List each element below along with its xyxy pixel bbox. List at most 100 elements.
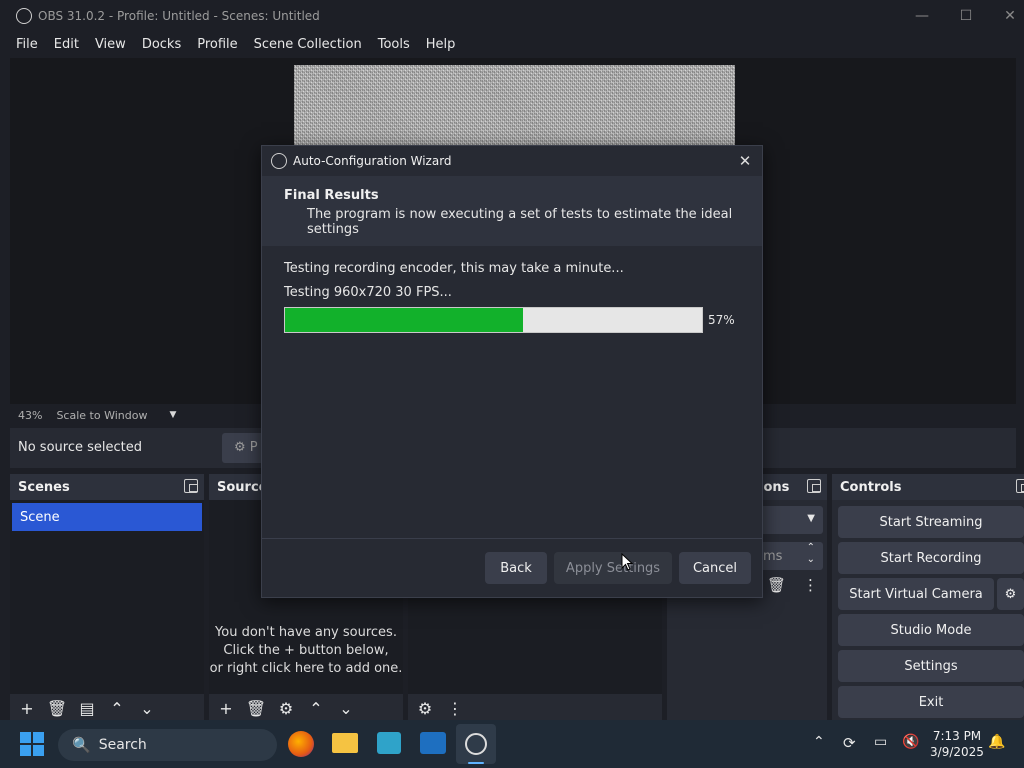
move-down-icon[interactable]: ⌄: [335, 697, 357, 719]
advanced-audio-icon[interactable]: ⚙: [414, 697, 436, 719]
sources-toolbar: + 🗑 ⚙ ⌃ ⌄: [209, 694, 403, 722]
start-streaming-button[interactable]: Start Streaming: [838, 506, 1024, 538]
close-button[interactable]: ✕: [988, 0, 1024, 32]
transitions-dock-title: ions: [759, 479, 790, 495]
obs-logo-icon: [16, 8, 32, 24]
preview-zoom-bar: 43% Scale to Window ▼: [10, 404, 176, 426]
menu-docks[interactable]: Docks: [134, 37, 189, 52]
more-options-icon[interactable]: ⋮: [803, 576, 818, 594]
menu-scene-collection[interactable]: Scene Collection: [246, 37, 370, 52]
menu-profile[interactable]: Profile: [189, 37, 245, 52]
window-title: OBS 31.0.2 - Profile: Untitled - Scenes:…: [38, 9, 320, 23]
gear-icon: ⚙: [234, 440, 246, 455]
studio-mode-button[interactable]: Studio Mode: [838, 614, 1024, 646]
chevron-up-icon[interactable]: ⌃: [813, 734, 825, 750]
taskbar-clock[interactable]: 7:13 PM 3/9/2025: [930, 728, 984, 760]
firefox-icon[interactable]: [288, 731, 314, 757]
source-settings-icon[interactable]: ⚙: [275, 697, 297, 719]
no-source-label: No source selected: [18, 440, 142, 455]
properties-label: P: [249, 440, 258, 455]
audio-mixer-toolbar: ⚙ ⋮: [408, 694, 662, 722]
dialog-header: Final Results The program is now executi…: [262, 176, 762, 246]
apply-settings-button[interactable]: Apply Settings: [554, 552, 672, 584]
notification-bell-icon[interactable]: 🔔: [988, 734, 1005, 750]
filters-icon[interactable]: ▤: [76, 697, 98, 719]
empty-line: You don't have any sources.: [215, 625, 397, 640]
dialog-title: Auto-Configuration Wizard: [293, 154, 452, 168]
duration-unit: ms: [763, 549, 783, 564]
menu-help[interactable]: Help: [418, 37, 464, 52]
dialog-header-title: Final Results: [284, 188, 379, 203]
empty-sources-message: You don't have any sources. Click the + …: [209, 624, 403, 678]
auto-config-wizard-dialog: Auto-Configuration Wizard ✕ Final Result…: [261, 145, 763, 598]
exit-button[interactable]: Exit: [838, 686, 1024, 718]
menu-bar: File Edit View Docks Profile Scene Colle…: [0, 32, 1024, 56]
obs-logo-icon: [271, 153, 287, 169]
chevron-down-icon: ▼: [807, 513, 815, 524]
progress-bar: [284, 307, 703, 333]
remove-scene-icon[interactable]: 🗑: [46, 697, 68, 719]
scenes-dock-header: Scenes: [10, 474, 204, 500]
move-up-icon[interactable]: ⌃: [305, 697, 327, 719]
network-icon[interactable]: ▭: [874, 734, 887, 750]
scale-mode-label[interactable]: Scale to Window: [56, 409, 147, 422]
notepad-icon[interactable]: [377, 732, 401, 754]
undock-icon[interactable]: [184, 479, 198, 493]
dialog-header-subtitle: The program is now executing a set of te…: [307, 207, 733, 237]
mouse-cursor-icon: [621, 553, 633, 571]
maximize-button[interactable]: ☐: [944, 0, 988, 32]
progress-fill: [285, 308, 523, 332]
start-recording-button[interactable]: Start Recording: [838, 542, 1024, 574]
dialog-close-icon[interactable]: ✕: [736, 152, 754, 170]
add-scene-icon[interactable]: +: [16, 697, 38, 719]
status-text: Testing recording encoder, this may take…: [284, 261, 624, 276]
start-virtual-camera-button[interactable]: Start Virtual Camera: [838, 578, 994, 610]
move-up-icon[interactable]: ⌃: [106, 697, 128, 719]
add-source-icon[interactable]: +: [215, 697, 237, 719]
controls-dock-title: Controls: [840, 479, 902, 495]
scenes-list[interactable]: Scene: [10, 500, 204, 694]
remove-transition-icon[interactable]: 🗑: [767, 576, 786, 594]
volume-muted-icon[interactable]: 🔇: [902, 734, 919, 750]
clock-time: 7:13 PM: [932, 729, 982, 743]
preview-canvas[interactable]: [294, 65, 735, 155]
menu-file[interactable]: File: [8, 37, 46, 52]
empty-line: or right click here to add one.: [209, 661, 403, 676]
more-options-icon[interactable]: ⋮: [444, 697, 466, 719]
settings-button[interactable]: Settings: [838, 650, 1024, 682]
progress-percent: 57%: [708, 313, 735, 327]
menu-tools[interactable]: Tools: [370, 37, 418, 52]
search-label: Search: [98, 737, 147, 753]
search-icon: 🔍: [72, 736, 91, 754]
scene-item[interactable]: Scene: [12, 503, 202, 531]
photos-icon[interactable]: [420, 732, 446, 754]
cancel-button[interactable]: Cancel: [679, 552, 751, 584]
minimize-button[interactable]: —: [900, 0, 944, 32]
chevron-up-icon[interactable]: ⌃: [807, 542, 815, 553]
file-explorer-icon[interactable]: [332, 733, 358, 753]
scenes-dock: Scenes Scene + 🗑 ▤ ⌃ ⌄: [10, 474, 204, 722]
dialog-divider: [262, 538, 762, 539]
move-down-icon[interactable]: ⌄: [136, 697, 158, 719]
test-text: Testing 960x720 30 FPS...: [284, 285, 452, 300]
dialog-title-bar: Auto-Configuration Wizard: [262, 146, 762, 176]
remove-source-icon[interactable]: 🗑: [245, 697, 267, 719]
virtual-camera-settings-icon[interactable]: ⚙: [997, 578, 1024, 610]
windows-start-icon[interactable]: [20, 732, 44, 756]
taskbar-search-box[interactable]: 🔍 Search: [58, 729, 277, 761]
back-button[interactable]: Back: [485, 552, 547, 584]
undock-icon[interactable]: [807, 479, 821, 493]
chevron-down-icon[interactable]: ⌄: [807, 554, 815, 565]
scenes-toolbar: + 🗑 ▤ ⌃ ⌄: [10, 694, 204, 722]
sync-icon[interactable]: ⟳: [843, 734, 856, 752]
undock-icon[interactable]: [1016, 479, 1024, 493]
controls-dock-header: Controls: [832, 474, 1024, 500]
empty-line: Click the + button below,: [223, 643, 389, 658]
taskbar: 🔍 Search ⌃ ⟳ ▭ 🔇 7:13 PM 3/9/2025 🔔: [0, 720, 1024, 768]
menu-view[interactable]: View: [87, 37, 134, 52]
active-indicator: [468, 762, 484, 764]
menu-edit[interactable]: Edit: [46, 37, 87, 52]
obs-taskbar-button[interactable]: [456, 724, 496, 764]
scale-mode-dropdown-icon[interactable]: ▼: [169, 410, 176, 420]
clock-date: 3/9/2025: [930, 745, 984, 759]
